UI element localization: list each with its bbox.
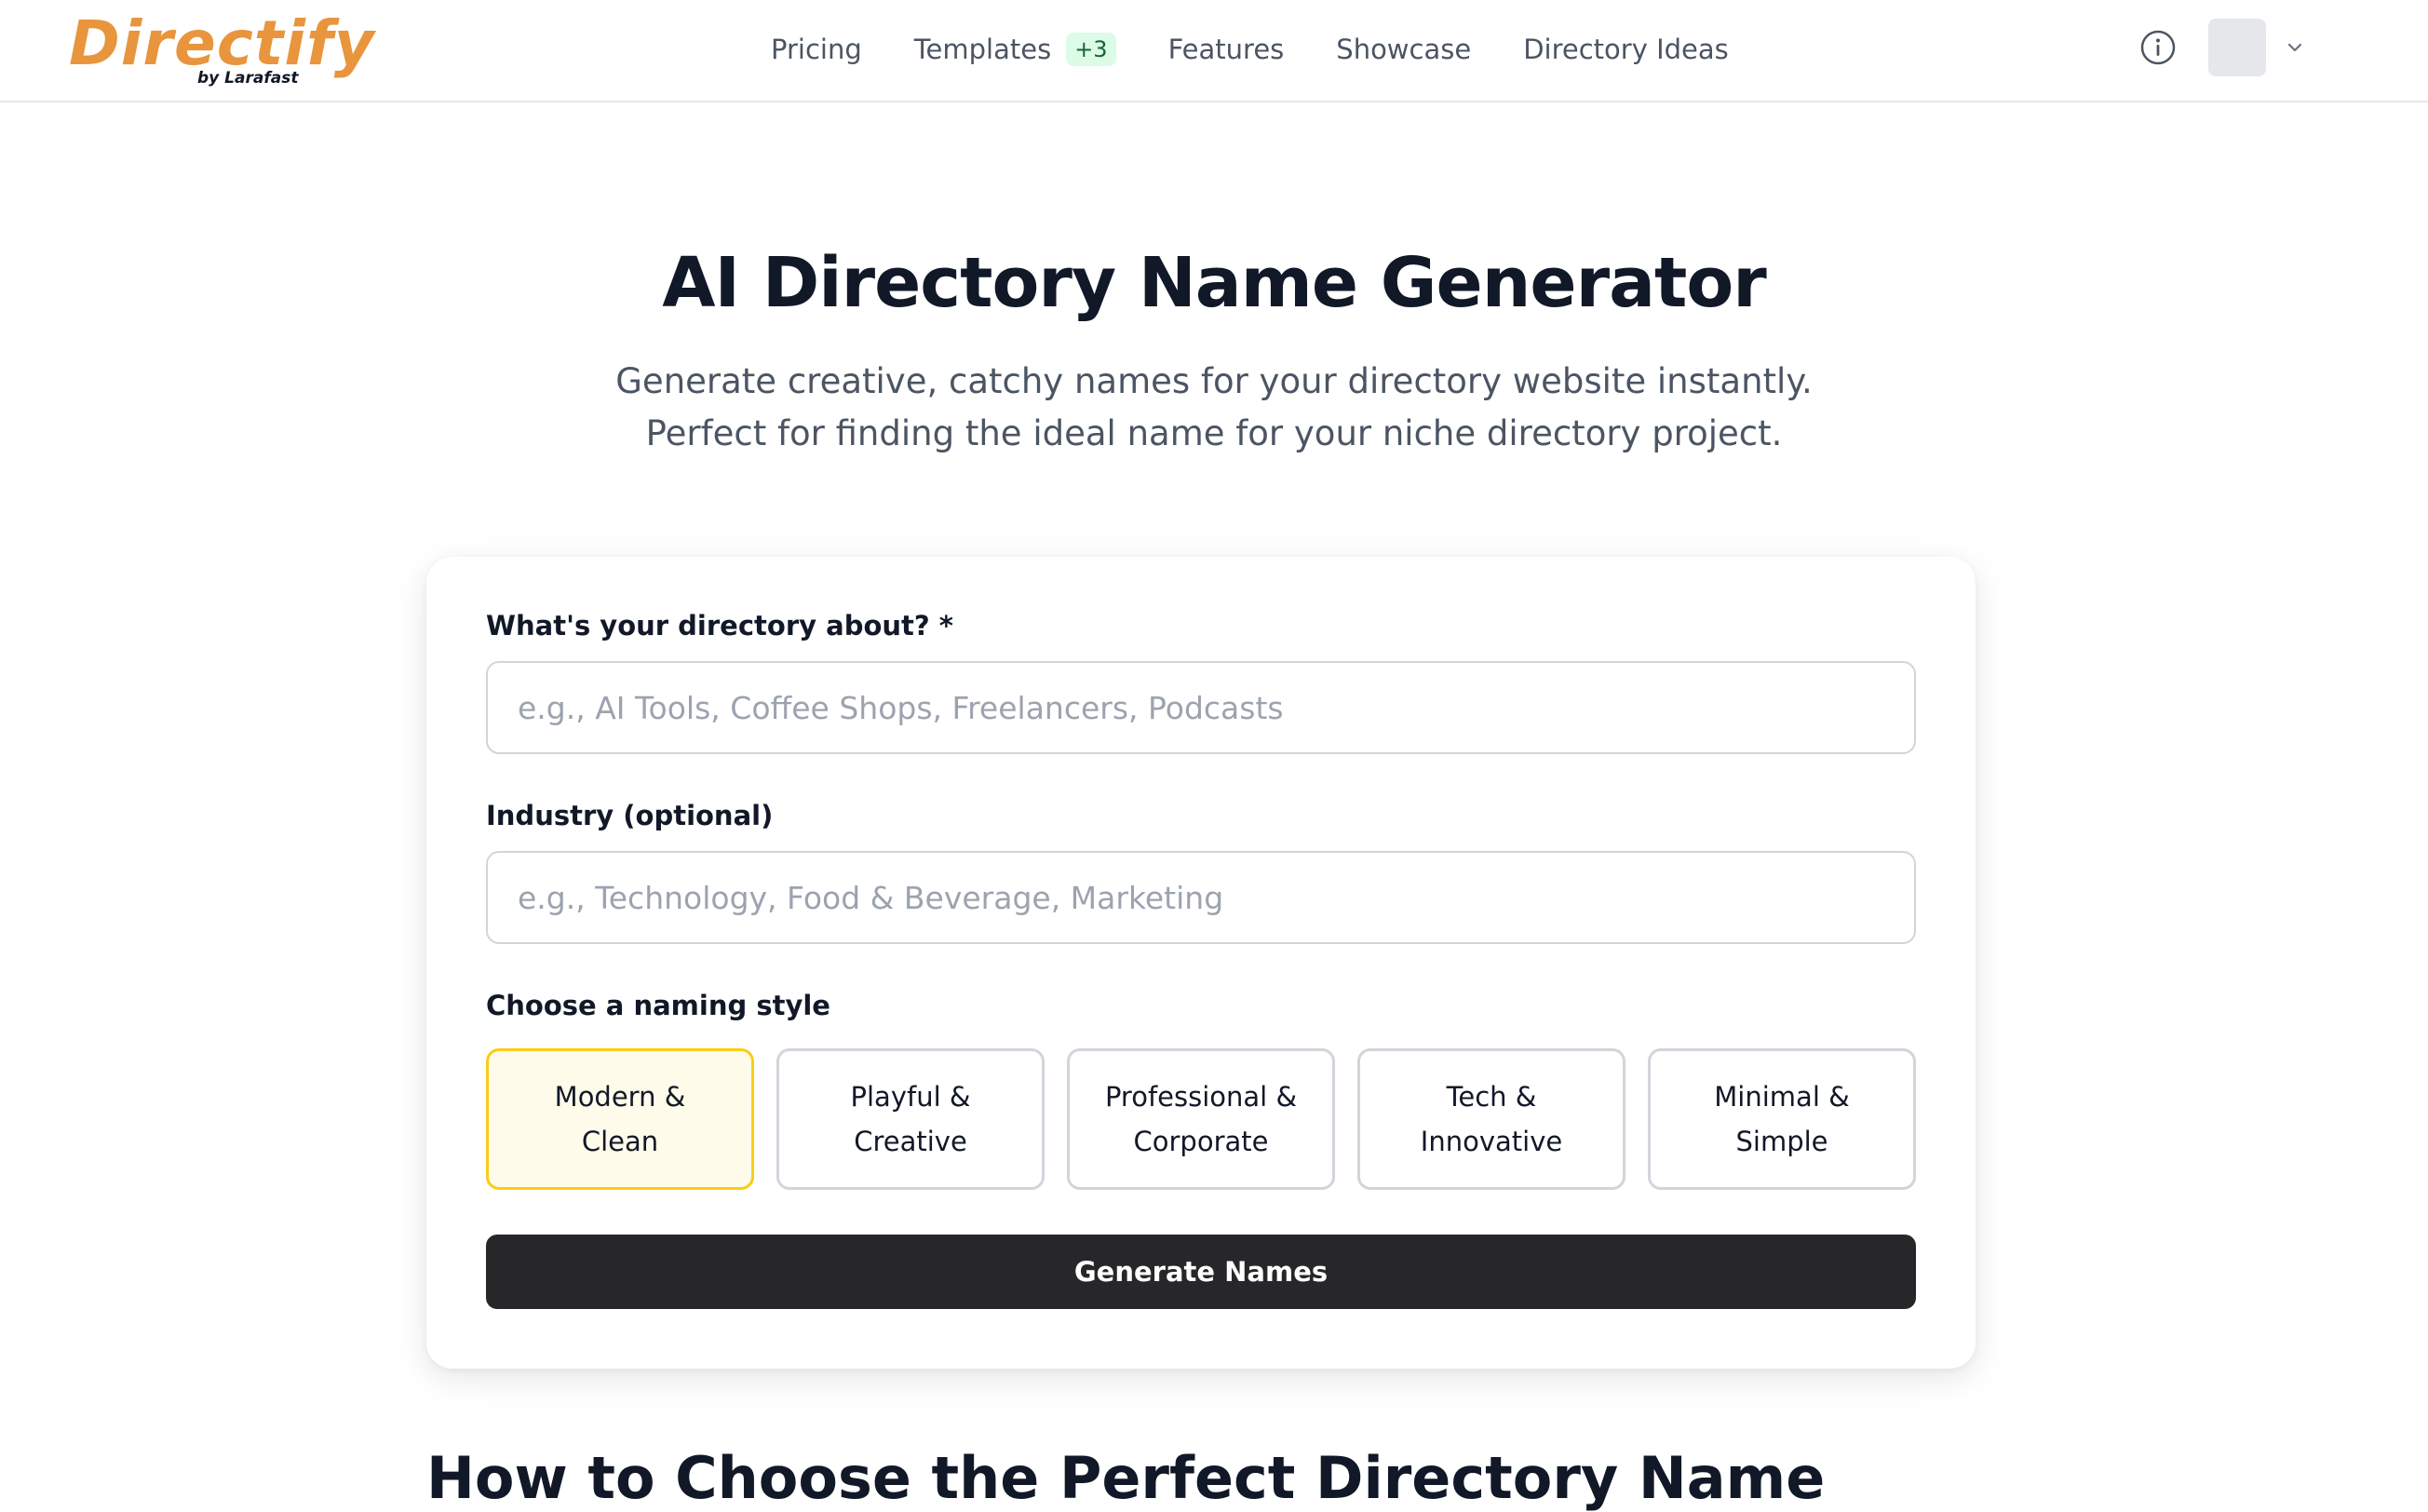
style-line-2: Creative (854, 1126, 967, 1157)
directify-logo[interactable]: Directify by Larafast (69, 13, 374, 93)
generate-names-button[interactable]: Generate Names (486, 1235, 1916, 1309)
naming-style-label: Choose a naming style (486, 990, 830, 1021)
chevron-down-icon[interactable] (2285, 37, 2305, 58)
nav-templates[interactable]: Templates +3 (913, 32, 1116, 67)
nav-directory-ideas-label: Directory Ideas (1523, 34, 1729, 65)
industry-label: Industry (optional) (486, 800, 774, 831)
style-line-1: Minimal & (1714, 1081, 1850, 1113)
nav-showcase[interactable]: Showcase (1336, 34, 1471, 65)
nav-pricing[interactable]: Pricing (771, 34, 862, 65)
style-line-1: Professional & (1104, 1081, 1298, 1113)
name-generator-form: What's your directory about? * Industry … (426, 557, 1976, 1369)
style-line-1: Modern & (554, 1081, 686, 1113)
nav-features-label: Features (1167, 34, 1285, 65)
style-modern-clean[interactable]: Modern & Clean (486, 1048, 754, 1190)
section-heading: How to Choose the Perfect Directory Name (426, 1444, 1826, 1512)
logo-wordmark: Directify (69, 7, 375, 79)
templates-count-badge: +3 (1066, 32, 1116, 67)
industry-input[interactable] (486, 851, 1916, 944)
naming-style-options: Modern & Clean Playful & Creative Professi… (486, 1048, 1916, 1190)
info-icon[interactable] (2139, 29, 2177, 66)
style-line-1: Tech & (1446, 1081, 1537, 1113)
subtitle-line-2: Perfect for finding the ideal name for y… (645, 413, 1783, 453)
top-header: Directify by Larafast Pricing Templates … (0, 0, 2428, 102)
nav-templates-label: Templates (913, 33, 1052, 65)
logo-byline: by Larafast (197, 69, 299, 88)
style-line-2: Clean (581, 1126, 659, 1157)
style-playful-creative[interactable]: Playful & Creative (776, 1048, 1045, 1190)
main-nav: Pricing Templates +3 Features Showcase D… (771, 28, 1781, 71)
subtitle-line-1: Generate creative, catchy names for your… (615, 361, 1813, 401)
nav-pricing-label: Pricing (771, 34, 862, 65)
style-line-2: Simple (1735, 1126, 1828, 1157)
style-professional-corporate[interactable]: Professional & Corporate (1067, 1048, 1335, 1190)
user-avatar[interactable] (2208, 19, 2266, 76)
style-minimal-simple[interactable]: Minimal & Simple (1648, 1048, 1916, 1190)
style-tech-innovative[interactable]: Tech & Innovative (1357, 1048, 1625, 1190)
topic-input[interactable] (486, 661, 1916, 754)
style-line-2: Corporate (1133, 1126, 1269, 1157)
page-subtitle: Generate creative, catchy names for your… (0, 356, 2428, 460)
nav-showcase-label: Showcase (1336, 34, 1472, 65)
style-line-2: Innovative (1420, 1126, 1563, 1157)
style-line-1: Playful & (850, 1081, 971, 1113)
page-title: AI Directory Name Generator (662, 243, 1766, 323)
nav-features[interactable]: Features (1168, 34, 1285, 65)
topic-label: What's your directory about? * (486, 610, 953, 641)
nav-directory-ideas[interactable]: Directory Ideas (1523, 34, 1729, 65)
